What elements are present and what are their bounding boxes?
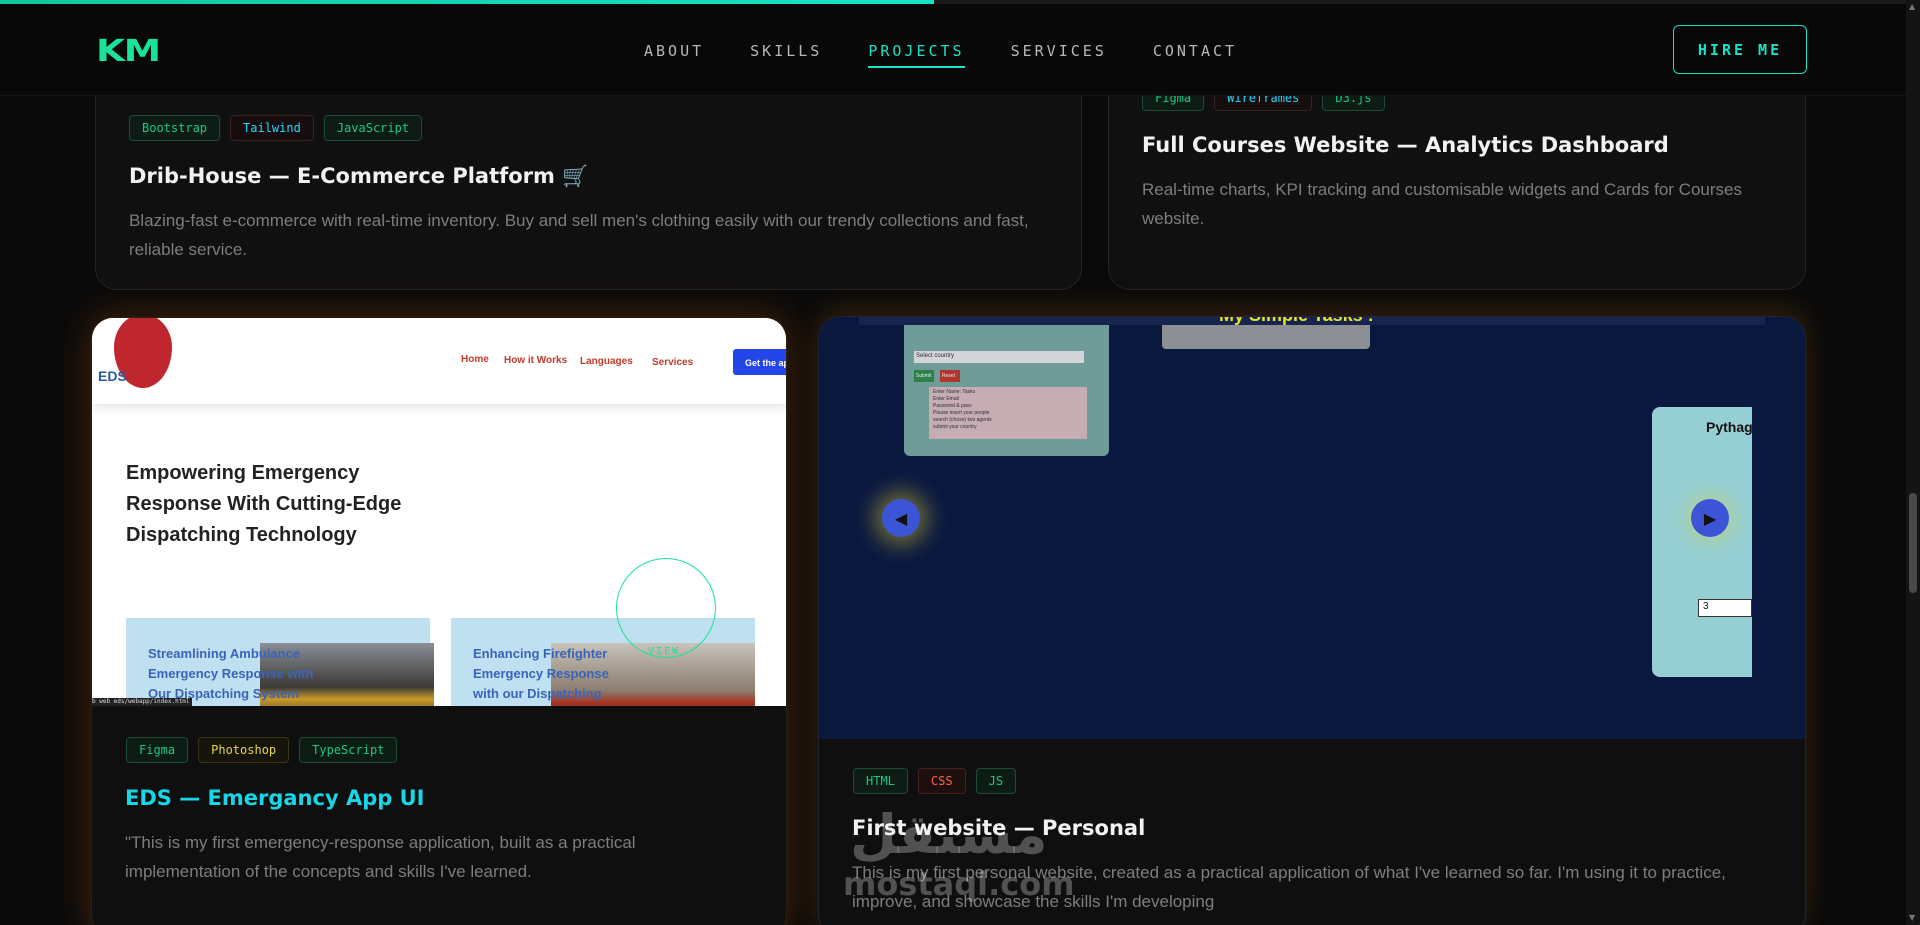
first-website-preview[interactable]: My Simple Tasks ! Select country Submit … (819, 317, 1805, 739)
eds-nav-link: Services (652, 357, 694, 368)
km-logo[interactable]: KM (96, 34, 161, 69)
tag: Tailwind (230, 115, 314, 141)
mostaql-watermark-latin: mostaql.com (843, 865, 1075, 903)
project-description: Real-time charts, KPI tracking and custo… (1142, 180, 1742, 228)
scroll-down-arrow-icon[interactable]: ▼ (1909, 913, 1915, 922)
task-line: search (chose) two agents (933, 417, 992, 423)
chevron-left-icon: ◀ (894, 508, 908, 528)
project-title[interactable]: Drib-House — E-Commerce Platform 🛒 (129, 164, 588, 189)
carousel-next-button[interactable]: ▶ (1691, 499, 1729, 537)
tag: Photoshop (198, 737, 290, 763)
tag-list: HTML CSS JS (853, 768, 1017, 794)
nav-services[interactable]: SERVICES (1011, 42, 1107, 68)
eds-nav-link: How it Works (504, 355, 568, 366)
preview-reset-btn: Reset (940, 370, 960, 382)
tag: JS (975, 768, 1017, 794)
eds-feature-box: Streamlining Ambulance Emergency Respons… (126, 618, 434, 706)
nav-projects[interactable]: PROJECTS (868, 42, 965, 68)
task-line: Enter Name: Tasks (933, 389, 976, 395)
project-title[interactable]: EDS — Emergancy App UI (125, 786, 424, 810)
eds-logo-text: EDS (98, 368, 127, 384)
tag: Bootstrap (129, 115, 221, 141)
tag-list: Figma Photoshop TypeScript (126, 737, 398, 763)
preview-number-stepper: 3 (1698, 599, 1752, 617)
preview-form-card: Select country Submit Reset Enter Name: … (904, 325, 1109, 456)
project-description: "This is my first emergency-response app… (125, 833, 636, 881)
eds-headline: Empowering Emergency Response With Cutti… (126, 462, 402, 546)
tag: Figma (126, 737, 189, 763)
page-scrollbar[interactable]: ▲ ▼ (1906, 0, 1920, 925)
preview-gray-bar (1162, 325, 1370, 349)
task-line: submit your country (933, 424, 977, 430)
view-cursor-ring (616, 558, 716, 658)
task-line: Please insert your people (933, 410, 990, 416)
project-card-eds[interactable]: EDS Home How it Works Languages Services… (91, 317, 787, 925)
chevron-right-icon: ▶ (1703, 508, 1717, 528)
view-cursor-label: VIEW (648, 646, 681, 657)
eds-nav-link: Home (461, 354, 489, 365)
tag: JavaScript (323, 115, 423, 141)
preview-task-list: Enter Name: Tasks Enter Email Password &… (929, 387, 1087, 439)
mostaql-watermark-arabic: مستقل (850, 803, 1048, 866)
tag-list: Bootstrap Tailwind JavaScript (129, 115, 423, 141)
hire-me-button[interactable]: HIRE ME (1673, 25, 1807, 74)
scroll-thumb[interactable] (1909, 493, 1917, 593)
nav-contact[interactable]: CONTACT (1153, 42, 1237, 68)
task-line: Enter Email (933, 396, 959, 402)
preview-submit-btn: Submit (914, 370, 934, 382)
eds-feature-text: Streamlining Ambulance Emergency Respons… (148, 646, 314, 701)
tag: HTML (853, 768, 908, 794)
tag: CSS (917, 768, 966, 794)
nav-about[interactable]: ABOUT (644, 42, 704, 68)
site-header: KM ABOUT SKILLS PROJECTS SERVICES CONTAC… (0, 4, 1906, 96)
nav-skills[interactable]: SKILLS (750, 42, 822, 68)
scroll-progress-bar (0, 0, 1906, 4)
scroll-up-arrow-icon[interactable]: ▲ (1909, 2, 1915, 11)
task-line: Password & pass (933, 403, 972, 409)
preview-side-title: Pythag (1706, 419, 1753, 435)
main-nav: ABOUT SKILLS PROJECTS SERVICES CONTACT (644, 42, 1237, 68)
project-title[interactable]: Full Courses Website — Analytics Dashboa… (1142, 133, 1669, 157)
tag: TypeScript (299, 737, 398, 763)
eds-nav-link: Languages (580, 356, 633, 367)
eds-preview-screenshot[interactable]: EDS Home How it Works Languages Services… (92, 318, 786, 706)
carousel-prev-button[interactable]: ◀ (882, 499, 920, 537)
portfolio-page: KM ABOUT SKILLS PROJECTS SERVICES CONTAC… (0, 0, 1920, 925)
eds-get-app-button: Get the app (733, 349, 786, 375)
preview-select: Select country (914, 351, 1084, 363)
preview-side-card: Pythag 3 (1652, 407, 1753, 677)
project-description: Blazing-fast e-commerce with real-time i… (129, 211, 1029, 259)
status-url: b web eds/webapp/index.html (92, 698, 192, 706)
eds-feature-text: Enhancing Firefighter Emergency Response… (473, 646, 609, 701)
scroll-progress-fill (0, 0, 934, 4)
